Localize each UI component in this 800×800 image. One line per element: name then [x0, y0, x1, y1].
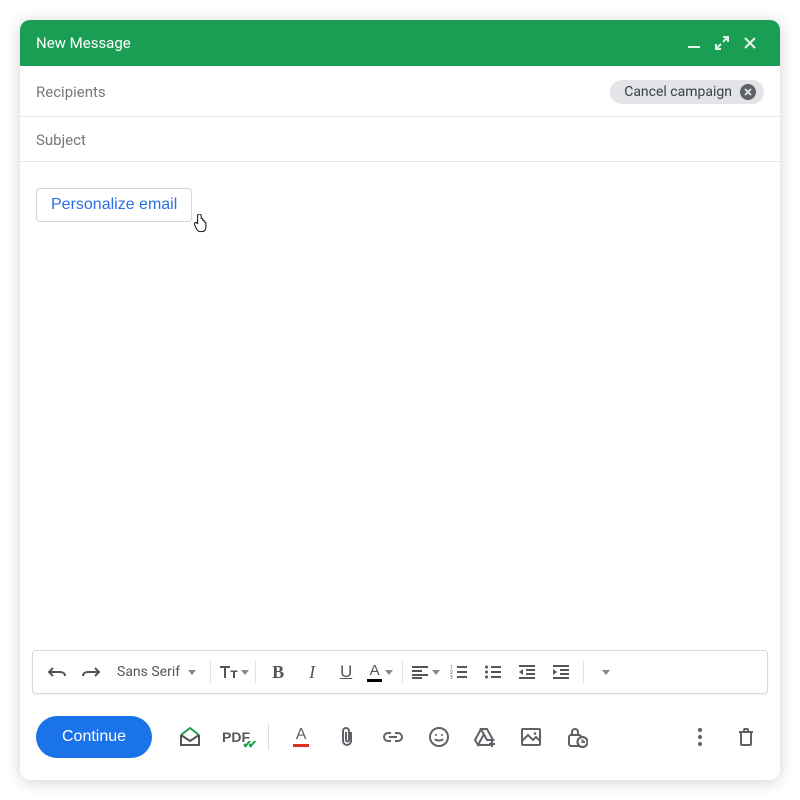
personalize-email-button[interactable]: Personalize email — [36, 188, 192, 222]
pdf-icon: PDF ✔✔ — [222, 729, 250, 745]
expand-icon — [715, 36, 729, 50]
discard-draft-button[interactable] — [728, 719, 764, 755]
italic-button[interactable]: I — [296, 657, 328, 687]
insert-photo-button[interactable] — [513, 719, 549, 755]
chevron-down-icon — [602, 670, 610, 675]
numbered-list-button[interactable]: 123 — [443, 657, 475, 687]
underline-button[interactable]: U — [330, 657, 362, 687]
recipients-row[interactable]: Recipients Cancel campaign — [20, 66, 780, 117]
more-options-button[interactable] — [682, 719, 718, 755]
subject-label: Subject — [36, 131, 86, 149]
compose-window: New Message Recipients Cancel campaign S… — [20, 20, 780, 780]
insert-link-button[interactable] — [375, 719, 411, 755]
open-envelope-icon — [178, 726, 202, 748]
close-icon — [743, 36, 757, 50]
schedule-send-button[interactable] — [559, 719, 595, 755]
font-name: Sans Serif — [117, 664, 180, 680]
separator — [583, 661, 584, 683]
separator — [402, 661, 403, 683]
window-title: New Message — [36, 34, 680, 52]
lock-clock-icon — [566, 726, 588, 748]
kebab-icon — [697, 727, 703, 747]
trash-icon — [737, 727, 755, 747]
chevron-down-icon — [241, 670, 249, 675]
minimize-button[interactable] — [680, 36, 708, 50]
bottom-toolbar: Continue PDF ✔✔ A — [20, 700, 780, 780]
format-toolbar: Sans Serif B I U A 123 — [32, 650, 768, 694]
redo-button[interactable] — [75, 657, 107, 687]
emoji-icon — [428, 726, 450, 748]
text-format-icon: A — [293, 727, 309, 747]
separator — [268, 724, 269, 750]
subject-row[interactable]: Subject — [20, 117, 780, 162]
formatting-options-button[interactable]: A — [283, 719, 319, 755]
undo-button[interactable] — [41, 657, 73, 687]
pdf-button[interactable]: PDF ✔✔ — [218, 719, 254, 755]
attach-file-button[interactable] — [329, 719, 365, 755]
text-color-button[interactable]: A — [364, 657, 396, 687]
separator — [255, 661, 256, 683]
chevron-down-icon — [432, 670, 440, 675]
align-left-icon — [411, 665, 429, 679]
link-icon — [382, 730, 404, 744]
image-icon — [520, 727, 542, 747]
insert-emoji-button[interactable] — [421, 719, 457, 755]
more-formatting-button[interactable] — [590, 657, 622, 687]
chip-label: Cancel campaign — [624, 84, 732, 100]
indent-more-icon — [552, 664, 570, 680]
continue-button[interactable]: Continue — [36, 716, 152, 758]
expand-button[interactable] — [708, 36, 736, 50]
font-size-button[interactable] — [217, 657, 249, 687]
insert-drive-button[interactable] — [467, 719, 503, 755]
bold-button[interactable]: B — [262, 657, 294, 687]
titlebar: New Message — [20, 20, 780, 66]
undo-icon — [47, 665, 67, 679]
paperclip-icon — [337, 726, 357, 748]
chevron-down-icon — [385, 670, 393, 675]
chevron-down-icon — [188, 670, 196, 675]
indent-less-icon — [518, 664, 536, 680]
indent-less-button[interactable] — [511, 657, 543, 687]
redo-icon — [81, 665, 101, 679]
svg-text:3: 3 — [450, 675, 453, 680]
cursor-pointer-icon — [190, 214, 210, 236]
cancel-campaign-chip[interactable]: Cancel campaign — [610, 80, 764, 104]
font-size-icon — [217, 663, 239, 681]
minimize-icon — [687, 36, 701, 50]
close-button[interactable] — [736, 36, 764, 50]
font-family-select[interactable]: Sans Serif — [109, 664, 204, 680]
bulleted-list-icon — [484, 664, 502, 680]
text-color-icon: A — [367, 663, 382, 682]
bulleted-list-button[interactable] — [477, 657, 509, 687]
chip-remove-icon[interactable] — [740, 84, 756, 100]
separator — [210, 661, 211, 683]
numbered-list-icon: 123 — [450, 664, 468, 680]
recipients-label: Recipients — [36, 83, 106, 101]
compose-body[interactable]: Personalize email — [20, 162, 780, 650]
drive-plus-icon — [473, 727, 497, 747]
align-button[interactable] — [409, 657, 441, 687]
send-tracking-button[interactable] — [172, 719, 208, 755]
indent-more-button[interactable] — [545, 657, 577, 687]
